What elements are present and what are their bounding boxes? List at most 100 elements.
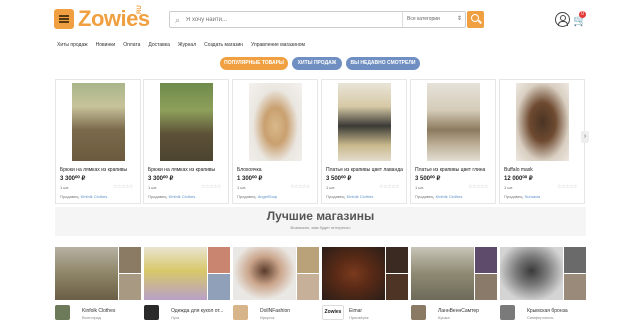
shop-thumb[interactable] xyxy=(297,274,319,300)
shop-card[interactable]: DollNFashion Иркутск xyxy=(233,247,319,323)
nav-item-bestsellers[interactable]: Хиты продаж xyxy=(57,42,88,52)
seller-link[interactable]: AngelShop xyxy=(258,194,278,199)
nav-item-create-shop[interactable]: Создать магазин xyxy=(204,42,243,52)
product-image[interactable] xyxy=(338,83,391,161)
product-card[interactable]: Платье из крапивы цвет лаванда 3 500⁰⁰ ₽… xyxy=(321,79,407,204)
product-title[interactable]: Брюки на лямках из крапивы xyxy=(60,167,140,173)
tab-bestsellers[interactable]: ХИТЫ ПРОДАЖ xyxy=(292,57,342,70)
shop-name[interactable]: ЛаннВеннСамтер xyxy=(438,308,479,314)
seller-link[interactable]: Sumavia xyxy=(525,194,541,199)
shop-image[interactable] xyxy=(411,247,474,300)
shop-avatar[interactable] xyxy=(55,305,70,320)
tab-popular[interactable]: ПОПУЛЯРНЫЕ ТОВАРЫ xyxy=(220,57,288,70)
shop-card[interactable]: Zowies Eimar Приозёрск xyxy=(322,247,408,323)
product-title[interactable]: Платье из крапивы цвет глина xyxy=(415,167,495,173)
nav-item-delivery[interactable]: Доставка xyxy=(148,42,169,52)
shop-avatar[interactable] xyxy=(144,305,159,320)
nav-item-payment[interactable]: Оплата xyxy=(123,42,140,52)
nav-item-journal[interactable]: Журнал xyxy=(178,42,196,52)
product-seller: Продавец: Kinfolk Clothes xyxy=(415,194,462,199)
search-button[interactable] xyxy=(467,11,484,28)
site-header: Zowies RU ⌕ Все категории ⇕ 🛒 0 xyxy=(0,0,640,40)
seller-label: Продавец: xyxy=(148,194,168,199)
shop-name[interactable]: Крымская бронза xyxy=(527,308,568,314)
shop-avatar[interactable] xyxy=(500,305,515,320)
shop-logo[interactable]: Zowies xyxy=(322,305,344,320)
shop-thumb[interactable] xyxy=(475,247,497,273)
product-qty: 1 шт. xyxy=(237,185,247,190)
rating-stars: ☆☆☆☆☆ xyxy=(113,184,133,190)
shop-name[interactable]: DollNFashion xyxy=(260,308,290,314)
carousel-next-button[interactable]: › xyxy=(581,131,589,143)
seller-link[interactable]: Kinfolk Clothes xyxy=(81,194,108,199)
product-seller: Продавец: Kinfolk Clothes xyxy=(60,194,107,199)
shop-avatar[interactable] xyxy=(233,305,248,320)
best-shops-subtitle: Возможно, вам будет интересно xyxy=(290,225,351,230)
shop-card[interactable]: ЛаннВеннСамтер Кушка xyxy=(411,247,497,323)
menu-line xyxy=(59,18,69,20)
user-icon[interactable] xyxy=(555,12,570,27)
product-qty: 1 шт. xyxy=(504,185,514,190)
category-select[interactable]: Все категории ⇕ xyxy=(402,12,466,27)
shop-card[interactable]: Крымская бронза Симферополь xyxy=(500,247,586,323)
shop-image[interactable] xyxy=(233,247,296,300)
shop-thumb[interactable] xyxy=(119,274,141,300)
product-card[interactable]: Брюки на лямках из крапивы 3 300⁰⁰ ₽ 1 ш… xyxy=(55,79,141,204)
product-image[interactable] xyxy=(249,83,302,161)
rating-stars: ☆☆☆☆☆ xyxy=(468,184,488,190)
product-carousel: Брюки на лямках из крапивы 3 300⁰⁰ ₽ 1 ш… xyxy=(55,79,585,204)
shop-thumb[interactable] xyxy=(208,247,230,273)
shop-thumb[interactable] xyxy=(386,274,408,300)
product-card[interactable]: Блохоячка 1 300⁰⁰ ₽ 1 шт. ☆☆☆☆☆ Продавец… xyxy=(232,79,318,204)
product-title[interactable]: Платье из крапивы цвет лаванда xyxy=(326,167,406,173)
nav-item-new[interactable]: Новинки xyxy=(96,42,116,52)
product-image[interactable] xyxy=(427,83,480,161)
product-qty: 1 шт. xyxy=(326,185,336,190)
product-title[interactable]: Buffalo mask xyxy=(504,167,584,173)
cart-badge: 0 xyxy=(579,11,586,18)
shop-card[interactable]: Одежда для кукол от... Луга xyxy=(144,247,230,323)
search-bar: ⌕ Все категории ⇕ xyxy=(169,11,466,28)
product-card[interactable]: Брюки на лямках из крапивы 3 300⁰⁰ ₽ 1 ш… xyxy=(143,79,229,204)
shop-thumb[interactable] xyxy=(208,274,230,300)
shop-image[interactable] xyxy=(322,247,385,300)
shop-thumb[interactable] xyxy=(297,247,319,273)
nav-item-manage-shop[interactable]: Управление магазином xyxy=(251,42,305,52)
seller-link[interactable]: Kinfolk Clothes xyxy=(347,194,374,199)
shop-image[interactable] xyxy=(500,247,563,300)
product-image[interactable] xyxy=(160,83,213,161)
tab-recently-viewed[interactable]: ВЫ НЕДАВНО СМОТРЕЛИ xyxy=(346,57,420,70)
product-image[interactable] xyxy=(516,83,569,161)
menu-line xyxy=(59,21,69,23)
search-icon: ⌕ xyxy=(175,15,181,25)
seller-link[interactable]: Kinfolk Clothes xyxy=(169,194,196,199)
shop-card[interactable]: Kinfolk Clothes Волгоград xyxy=(55,247,141,323)
product-card[interactable]: Платье из крапивы цвет глина 3 500⁰⁰ ₽ 1… xyxy=(410,79,496,204)
shop-thumb[interactable] xyxy=(386,247,408,273)
shop-name[interactable]: Kinfolk Clothes xyxy=(82,308,115,314)
shop-name[interactable]: Eimar xyxy=(349,308,362,314)
shop-avatar[interactable] xyxy=(411,305,426,320)
seller-link[interactable]: Kinfolk Clothes xyxy=(436,194,463,199)
shop-thumb[interactable] xyxy=(119,247,141,273)
product-tabs: ПОПУЛЯРНЫЕ ТОВАРЫ ХИТЫ ПРОДАЖ ВЫ НЕДАВНО… xyxy=(0,57,640,70)
category-select-label: Все категории xyxy=(407,16,440,22)
product-image[interactable] xyxy=(72,83,125,161)
shop-thumb[interactable] xyxy=(564,274,586,300)
product-seller: Продавец: AngelShop xyxy=(237,194,277,199)
product-price: 3 500⁰⁰ ₽ xyxy=(415,176,441,182)
shop-image[interactable] xyxy=(55,247,118,300)
shop-thumb[interactable] xyxy=(475,274,497,300)
product-card[interactable]: Buffalo mask 12 000⁰⁰ ₽ 1 шт. ☆☆☆☆☆ Прод… xyxy=(499,79,585,204)
logo-suffix: RU xyxy=(137,5,143,14)
shop-name[interactable]: Одежда для кукол от... xyxy=(171,308,223,314)
shop-image[interactable] xyxy=(144,247,207,300)
shop-thumb[interactable] xyxy=(564,247,586,273)
hamburger-menu-button[interactable] xyxy=(54,9,74,29)
rating-stars: ☆☆☆☆☆ xyxy=(557,184,577,190)
product-qty: 1 шт. xyxy=(60,185,70,190)
rating-stars: ☆☆☆☆☆ xyxy=(379,184,399,190)
product-title[interactable]: Брюки на лямках из крапивы xyxy=(148,167,228,173)
product-title[interactable]: Блохоячка xyxy=(237,167,317,173)
search-input[interactable] xyxy=(186,13,396,26)
